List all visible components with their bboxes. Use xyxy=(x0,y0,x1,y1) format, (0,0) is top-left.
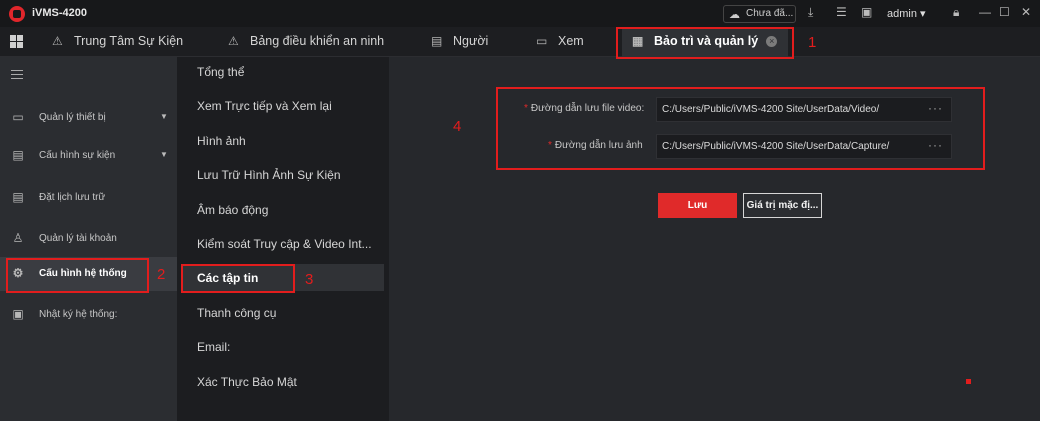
menu-item-event-picture-storage[interactable]: Lưu Trữ Hình Ảnh Sự Kiện xyxy=(197,168,341,182)
annotation-number-3: 3 xyxy=(305,271,314,288)
sync-label: Chưa đã... xyxy=(746,8,794,19)
alarm-icon: ⚠ xyxy=(228,34,239,48)
sidebar-item-system-log[interactable]: ▣ Nhật ký hệ thống: xyxy=(0,298,177,332)
app-logo-icon xyxy=(9,6,25,22)
annotation-number-4: 4 xyxy=(453,118,462,135)
download-icon[interactable]: ⤓ xyxy=(808,5,813,20)
chevron-down-icon: ▼ xyxy=(160,112,168,121)
default-values-button[interactable]: Giá trị mặc đị... xyxy=(743,193,822,218)
annotation-box-3 xyxy=(181,264,295,293)
lock-icon[interactable]: 🔒︎ xyxy=(953,5,959,20)
app-title: iVMS-4200 xyxy=(32,7,88,19)
title-bar: iVMS-4200 ☁ Chưa đã... ⤓ ☰ ▣ admin ▾ 🔒︎ … xyxy=(0,0,1040,27)
tab-security-panel[interactable]: ⚠ Bảng điều khiển an ninh xyxy=(228,27,384,57)
annotation-box-2 xyxy=(6,258,149,293)
menu-item-email[interactable]: Email: xyxy=(197,340,230,354)
annotation-dot xyxy=(966,379,971,384)
chart-icon[interactable]: ▣ xyxy=(861,5,872,19)
person-card-icon: ▤ xyxy=(431,34,443,48)
annotation-box-4 xyxy=(496,87,985,170)
sidebar-item-device-management[interactable]: ▭ Quản lý thiết bị ▼ xyxy=(0,101,177,135)
user-icon: ♙ xyxy=(12,231,24,245)
annotation-number-1: 1 xyxy=(808,34,817,51)
menu-item-access-control[interactable]: Kiểm soát Truy cập & Video Int... xyxy=(197,237,372,251)
sync-status-button[interactable]: ☁ Chưa đã... xyxy=(723,5,796,23)
menu-item-general[interactable]: Tổng thể xyxy=(197,65,244,79)
user-menu[interactable]: admin ▾ xyxy=(887,7,926,20)
menu-item-alarm-sound[interactable]: Âm báo động xyxy=(197,203,268,217)
camera-icon: ▭ xyxy=(536,34,548,48)
sidebar-item-event-config[interactable]: ▤ Cấu hình sự kiện ▼ xyxy=(0,139,177,173)
device-icon: ▭ xyxy=(12,110,24,124)
tab-event-center[interactable]: ⚠ Trung Tâm Sự Kiện xyxy=(52,27,183,57)
module-grid-icon[interactable] xyxy=(10,35,23,48)
event-icon: ▤ xyxy=(12,148,24,162)
menu-item-image[interactable]: Hình ảnh xyxy=(197,134,246,148)
sidebar-item-storage-schedule[interactable]: ▤ Đặt lịch lưu trữ xyxy=(0,181,177,215)
tab-view[interactable]: ▭ Xem xyxy=(536,27,584,57)
menu-item-toolbar[interactable]: Thanh công cụ xyxy=(197,306,276,320)
annotation-box-1 xyxy=(616,27,794,59)
storage-icon: ▤ xyxy=(12,190,24,204)
close-icon[interactable]: ✕ xyxy=(1021,5,1031,19)
list-icon[interactable]: ☰ xyxy=(836,5,847,19)
sidebar-item-account-management[interactable]: ♙ Quản lý tài khoản xyxy=(0,222,177,256)
tab-person[interactable]: ▤ Người xyxy=(431,27,488,57)
alarm-icon: ⚠ xyxy=(52,34,63,48)
menu-item-security-auth[interactable]: Xác Thực Bảo Mật xyxy=(197,375,297,389)
menu-item-live-playback[interactable]: Xem Trực tiếp và Xem lại xyxy=(197,99,332,113)
maximize-icon[interactable]: ☐ xyxy=(999,5,1010,19)
log-icon: ▣ xyxy=(12,307,24,321)
minimize-icon[interactable]: — xyxy=(979,5,991,19)
menu-toggle-icon[interactable] xyxy=(11,70,23,82)
cloud-icon: ☁ xyxy=(729,9,740,21)
chevron-down-icon: ▼ xyxy=(160,150,168,159)
save-button[interactable]: Lưu xyxy=(658,193,737,218)
annotation-number-2: 2 xyxy=(157,266,166,283)
